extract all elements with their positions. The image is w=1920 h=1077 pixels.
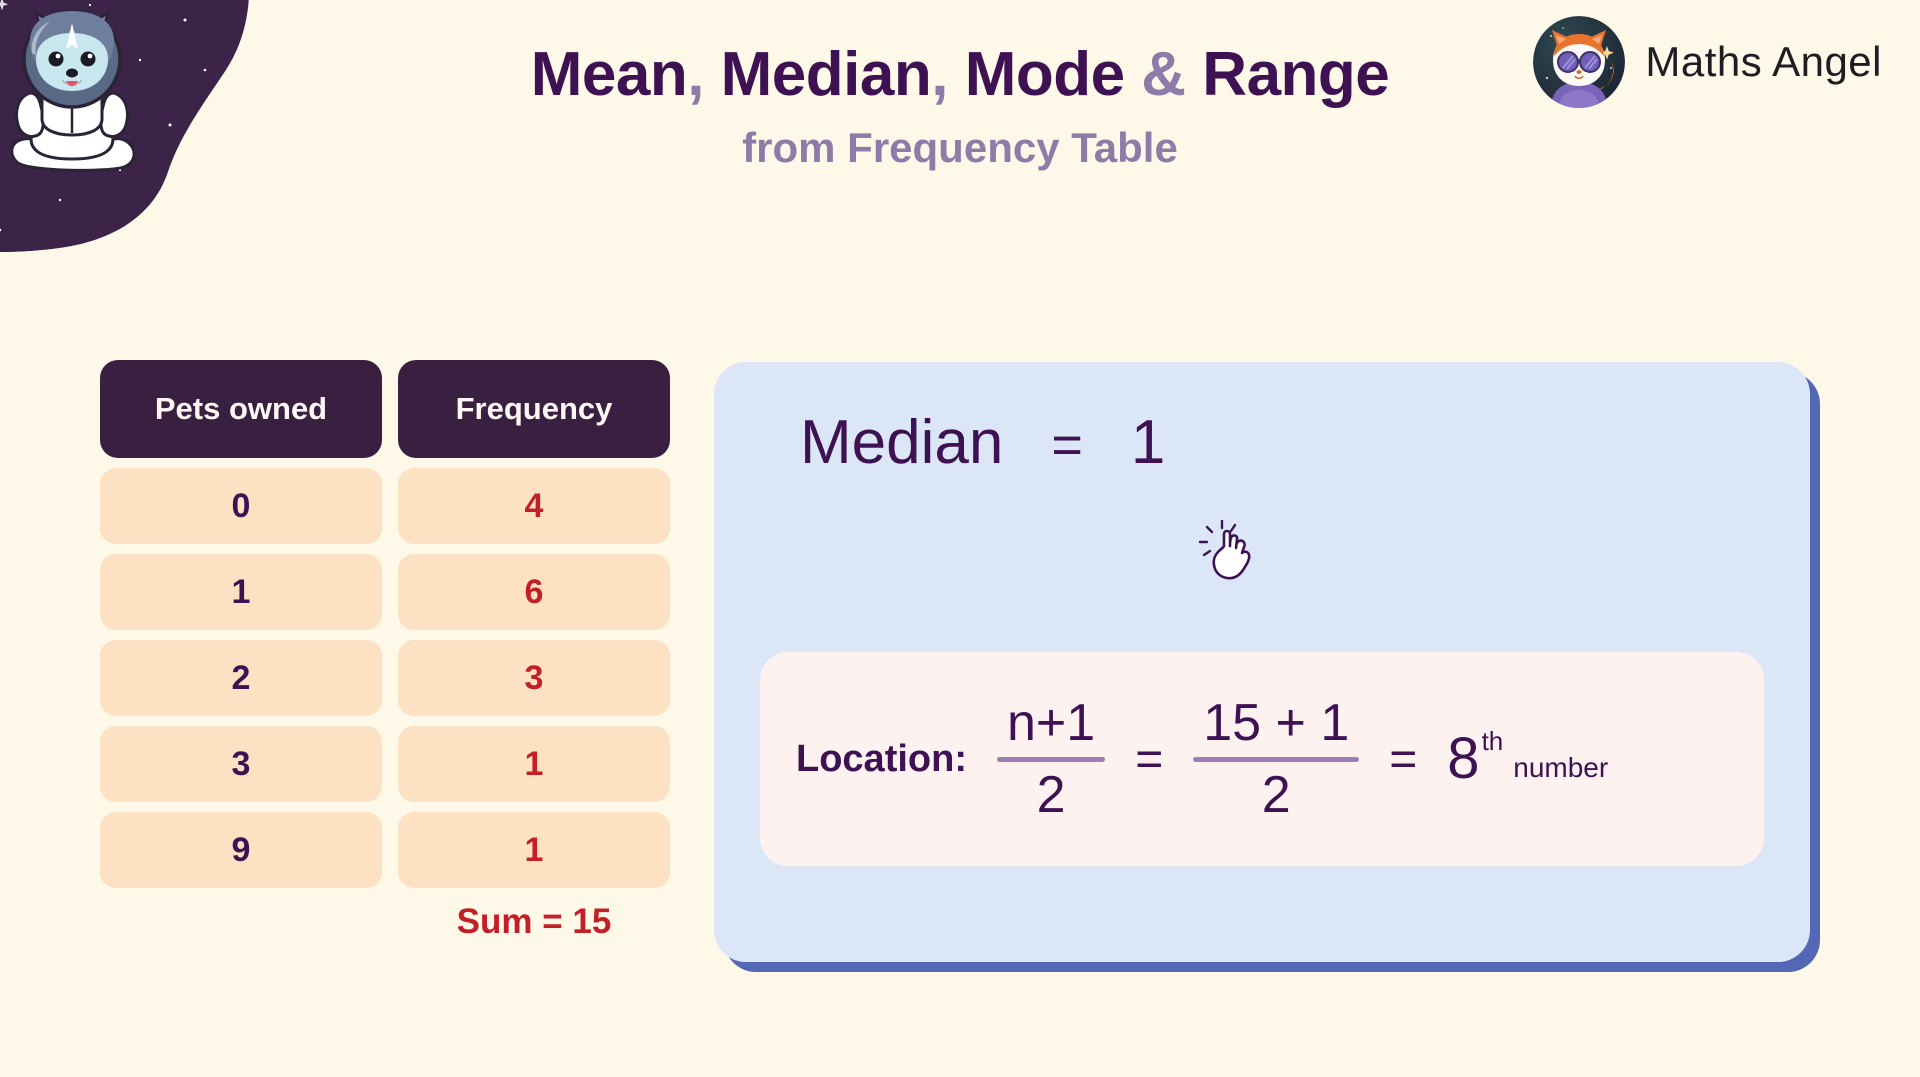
median-result-line: Median = 1	[800, 407, 1165, 478]
median-label: Median	[800, 408, 1004, 477]
frequency-sum-row: Sum = 15	[100, 902, 670, 942]
table-cell-category: 1	[100, 554, 382, 630]
table-cell-category: 3	[100, 726, 382, 802]
brand-name: Maths Angel	[1645, 38, 1882, 85]
formula-equals-2: =	[1389, 732, 1418, 786]
table-cell-frequency: 1	[398, 812, 670, 888]
fraction-bar	[996, 756, 1106, 762]
location-label: Location:	[796, 737, 967, 780]
title-comma-2: ,	[931, 40, 965, 109]
title-part-mode: Mode	[964, 40, 1142, 109]
table-cell-frequency: 6	[398, 554, 670, 630]
median-equals-sign: =	[1051, 415, 1083, 475]
tap-hand-cursor-icon	[1198, 519, 1268, 590]
fraction-15-plus-1-over-2: 15 + 1 2	[1193, 693, 1360, 824]
page-subtitle: from Frequency Table	[742, 124, 1178, 171]
fraction-n-plus-1-over-2: n+1 2	[996, 693, 1106, 824]
page-header: Mean, Median, Mode & Range from Frequenc…	[0, 0, 1920, 220]
table-cell-category: 0	[100, 468, 382, 544]
answer-panel: Median = 1 Location: n+1 2 = 15 + 1 2 = …	[714, 362, 1810, 962]
formula-equals-1: =	[1135, 732, 1164, 786]
frequency-table: Pets owned Frequency 0 4 1 6 2 3 3 1 9 1…	[100, 360, 670, 942]
title-part-mean: Mean	[530, 40, 688, 109]
title-comma-1: ,	[687, 40, 721, 109]
fraction-denominator: 2	[1036, 765, 1066, 824]
table-cell-frequency: 3	[398, 640, 670, 716]
table-cell-frequency: 1	[398, 726, 670, 802]
table-header-pets-owned: Pets owned	[100, 360, 382, 458]
table-cell-frequency: 4	[398, 468, 670, 544]
fox-astronaut-logo-icon	[1533, 16, 1626, 108]
result-word: number	[1513, 752, 1609, 783]
fraction-bar	[1193, 756, 1360, 762]
result-number: 8	[1447, 726, 1480, 791]
brand-lockup: Maths Angel	[1533, 16, 1882, 108]
median-location-formula-card: Location: n+1 2 = 15 + 1 2 = 8 th number	[760, 652, 1764, 866]
title-part-median: Median	[720, 40, 932, 109]
fraction-numerator: 15 + 1	[1203, 693, 1350, 752]
result-ordinal-suffix: th	[1481, 726, 1504, 756]
title-part-range: Range	[1202, 40, 1390, 109]
fraction-numerator: n+1	[1006, 693, 1096, 752]
table-cell-category: 9	[100, 812, 382, 888]
frequency-sum-label: Sum = 15	[456, 902, 612, 941]
frequency-table-grid: Pets owned Frequency 0 4 1 6 2 3 3 1 9 1	[100, 360, 670, 888]
fraction-denominator: 2	[1261, 765, 1291, 824]
table-header-frequency: Frequency	[398, 360, 670, 458]
location-result: 8 th number	[1447, 726, 1609, 791]
table-cell-category: 2	[100, 640, 382, 716]
title-ampersand: &	[1141, 40, 1203, 109]
median-value: 1	[1130, 408, 1166, 477]
